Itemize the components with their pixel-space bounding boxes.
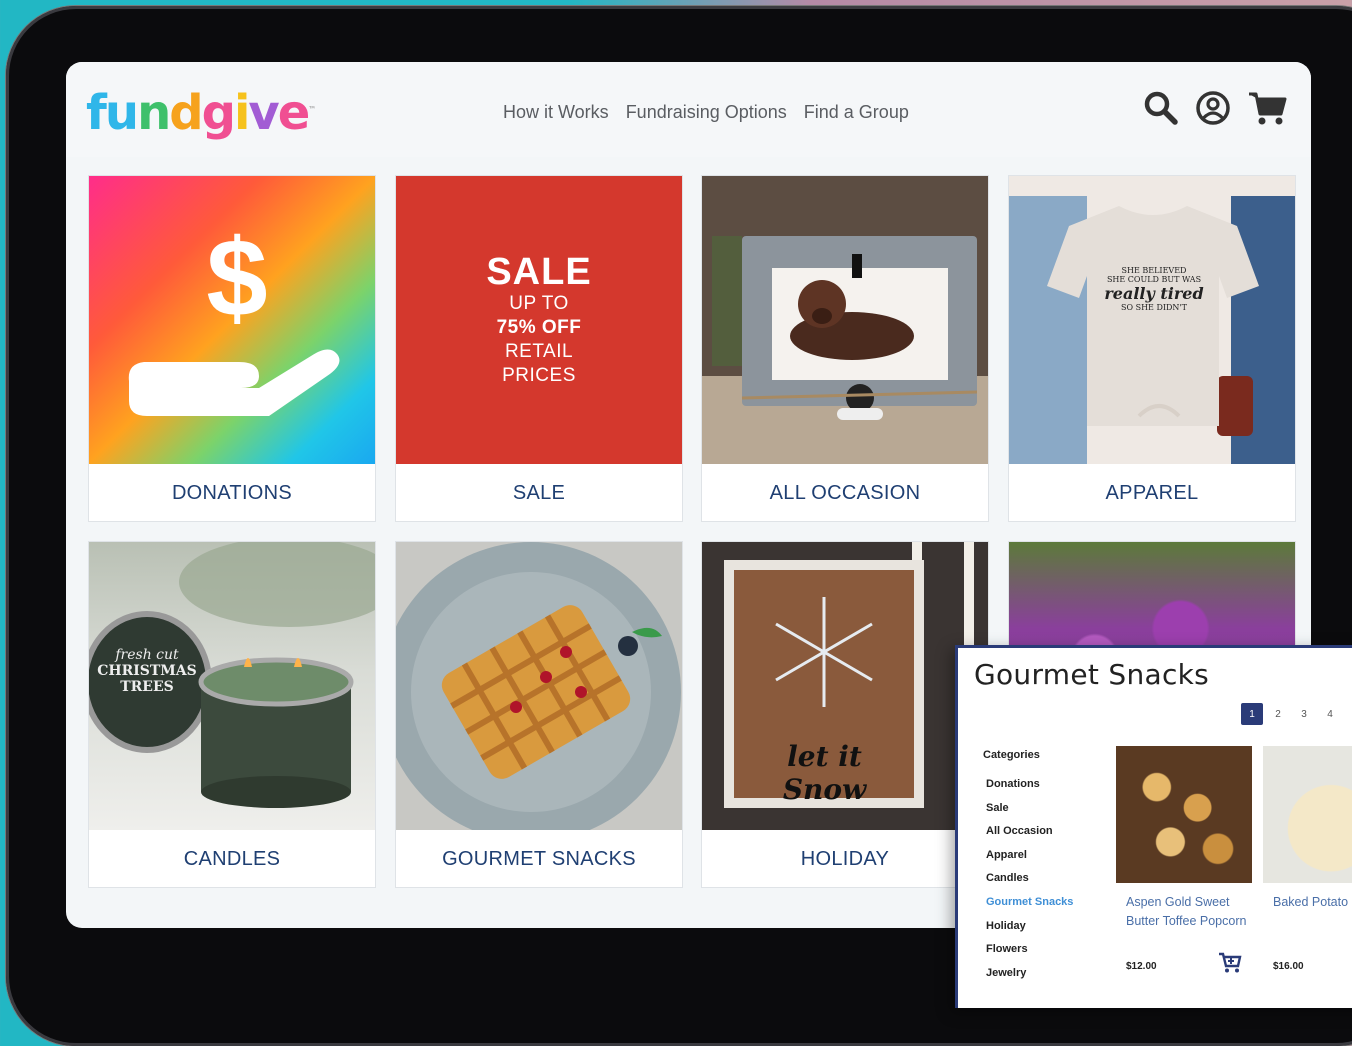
dog-photo-frame xyxy=(702,176,988,464)
product-card[interactable]: Baked Potato Mix $16.00 xyxy=(1263,746,1352,972)
shirt-text: really tired xyxy=(1104,284,1204,303)
category-link[interactable]: Apparel xyxy=(986,847,1073,871)
category-link[interactable]: Flowers xyxy=(986,941,1073,965)
categories-heading: Categories xyxy=(983,749,1040,761)
category-card-holiday[interactable]: let it Snow HOLIDAY xyxy=(701,541,989,888)
logo-letter: d xyxy=(169,85,203,141)
product-image xyxy=(1263,746,1352,883)
tshirt-on-hangers: SHE BELIEVED SHE COULD BUT WAS really ti… xyxy=(1009,176,1295,464)
shirt-text: SHE COULD BUT WAS xyxy=(1106,275,1202,284)
sale-line: RETAIL xyxy=(504,341,574,362)
category-label: GOURMET SNACKS xyxy=(442,848,636,870)
category-link-active[interactable]: Gourmet Snacks xyxy=(986,894,1073,918)
category-card-candles[interactable]: fresh cut CHRISTMAS TREES CANDLES xyxy=(88,541,376,888)
shirt-text: SO SHE DIDN'T xyxy=(1121,303,1187,312)
sale-discount: 75% OFF xyxy=(496,317,582,338)
category-card-donations[interactable]: $ DONATIONS xyxy=(88,175,376,522)
category-link[interactable]: Candles xyxy=(986,870,1073,894)
category-label: APPAREL xyxy=(1105,482,1199,504)
category-label: CANDLES xyxy=(183,848,281,870)
logo-letter: e xyxy=(277,85,311,141)
category-link[interactable]: Donations xyxy=(986,776,1073,800)
cart-icon[interactable] xyxy=(1247,90,1289,126)
shirt-print: SHE BELIEVED SHE COULD BUT WAS really ti… xyxy=(1099,266,1209,312)
category-link[interactable]: Holiday xyxy=(986,918,1073,942)
logo-letter: u xyxy=(104,85,139,141)
header-icons xyxy=(1143,90,1289,126)
nav-find-a-group[interactable]: Find a Group xyxy=(804,102,909,123)
logo-letter: n xyxy=(137,85,171,141)
nav-fundraising-options[interactable]: Fundraising Options xyxy=(626,102,787,123)
category-label: ALL OCCASION xyxy=(769,482,921,504)
sale-line: UP TO xyxy=(509,293,569,314)
sale-title: SALE xyxy=(486,251,592,293)
logo-letter: f xyxy=(86,85,107,141)
page-button[interactable]: 2 xyxy=(1267,703,1289,725)
category-label: HOLIDAY xyxy=(800,848,890,870)
candle-text: TREES xyxy=(120,679,174,695)
logo-letter: v xyxy=(248,85,279,141)
category-label: DONATIONS xyxy=(171,482,293,504)
product-price: $16.00 xyxy=(1273,961,1304,972)
category-label: SALE xyxy=(512,482,566,504)
main-nav: How it Works Fundraising Options Find a … xyxy=(503,102,909,123)
page-button[interactable]: 4 xyxy=(1319,703,1341,725)
category-link[interactable]: All Occasion xyxy=(986,823,1073,847)
logo-letter: g xyxy=(201,85,236,141)
sale-banner: SALE UP TO 75% OFF RETAIL PRICES xyxy=(396,176,682,464)
product-name[interactable]: Aspen Gold Sweet Butter Toffee Popcorn xyxy=(1116,893,1252,931)
site-header: fundgive™ How it Works Fundraising Optio… xyxy=(66,62,1311,157)
logo-letter: i xyxy=(233,85,251,141)
category-link[interactable]: Sale xyxy=(986,800,1073,824)
fundgive-logo[interactable]: fundgive™ xyxy=(86,82,316,141)
candle-lid-label: fresh cut CHRISTMAS TREES xyxy=(93,647,201,695)
product-card[interactable]: Aspen Gold Sweet Butter Toffee Popcorn $… xyxy=(1116,746,1252,973)
donations-image: $ xyxy=(89,176,375,464)
shirt-text: SHE BELIEVED xyxy=(1121,266,1187,275)
account-icon[interactable] xyxy=(1195,90,1231,126)
product-price: $12.00 xyxy=(1126,961,1157,972)
let-it-snow-sign: let it Snow xyxy=(702,542,988,830)
pagination: 1 2 3 4 xyxy=(1241,703,1341,725)
svg-text:$: $ xyxy=(206,217,267,340)
donation-hand-icon: $ xyxy=(128,217,340,416)
candle-text: CHRISTMAS xyxy=(97,663,197,679)
page-button[interactable]: 1 xyxy=(1241,703,1263,725)
sale-line: PRICES xyxy=(502,365,576,386)
christmas-candles: fresh cut CHRISTMAS TREES xyxy=(89,542,375,830)
product-name[interactable]: Baked Potato Mix xyxy=(1263,893,1352,912)
category-list: Donations Sale All Occasion Apparel Cand… xyxy=(986,776,1073,988)
category-link[interactable]: Jewelry xyxy=(986,965,1073,989)
waffle-plate xyxy=(396,542,682,830)
category-card-gourmet-snacks[interactable]: GOURMET SNACKS xyxy=(395,541,683,888)
product-image xyxy=(1116,746,1252,883)
search-icon[interactable] xyxy=(1143,90,1179,126)
panel-title: Gourmet Snacks xyxy=(974,658,1210,691)
sign-text: let it Snow xyxy=(782,740,867,806)
trademark: ™ xyxy=(308,105,317,114)
category-card-all-occasion[interactable]: ALL OCCASION xyxy=(701,175,989,522)
add-to-cart-icon[interactable] xyxy=(1218,952,1242,979)
nav-how-it-works[interactable]: How it Works xyxy=(503,102,609,123)
candle-text: fresh cut xyxy=(115,647,179,663)
category-card-apparel[interactable]: SHE BELIEVED SHE COULD BUT WAS really ti… xyxy=(1008,175,1296,522)
category-card-sale[interactable]: SALE UP TO 75% OFF RETAIL PRICES SALE xyxy=(395,175,683,522)
page-button[interactable]: 3 xyxy=(1293,703,1315,725)
gourmet-snacks-panel: Gourmet Snacks 1 2 3 4 Categories Donati… xyxy=(955,645,1352,1008)
